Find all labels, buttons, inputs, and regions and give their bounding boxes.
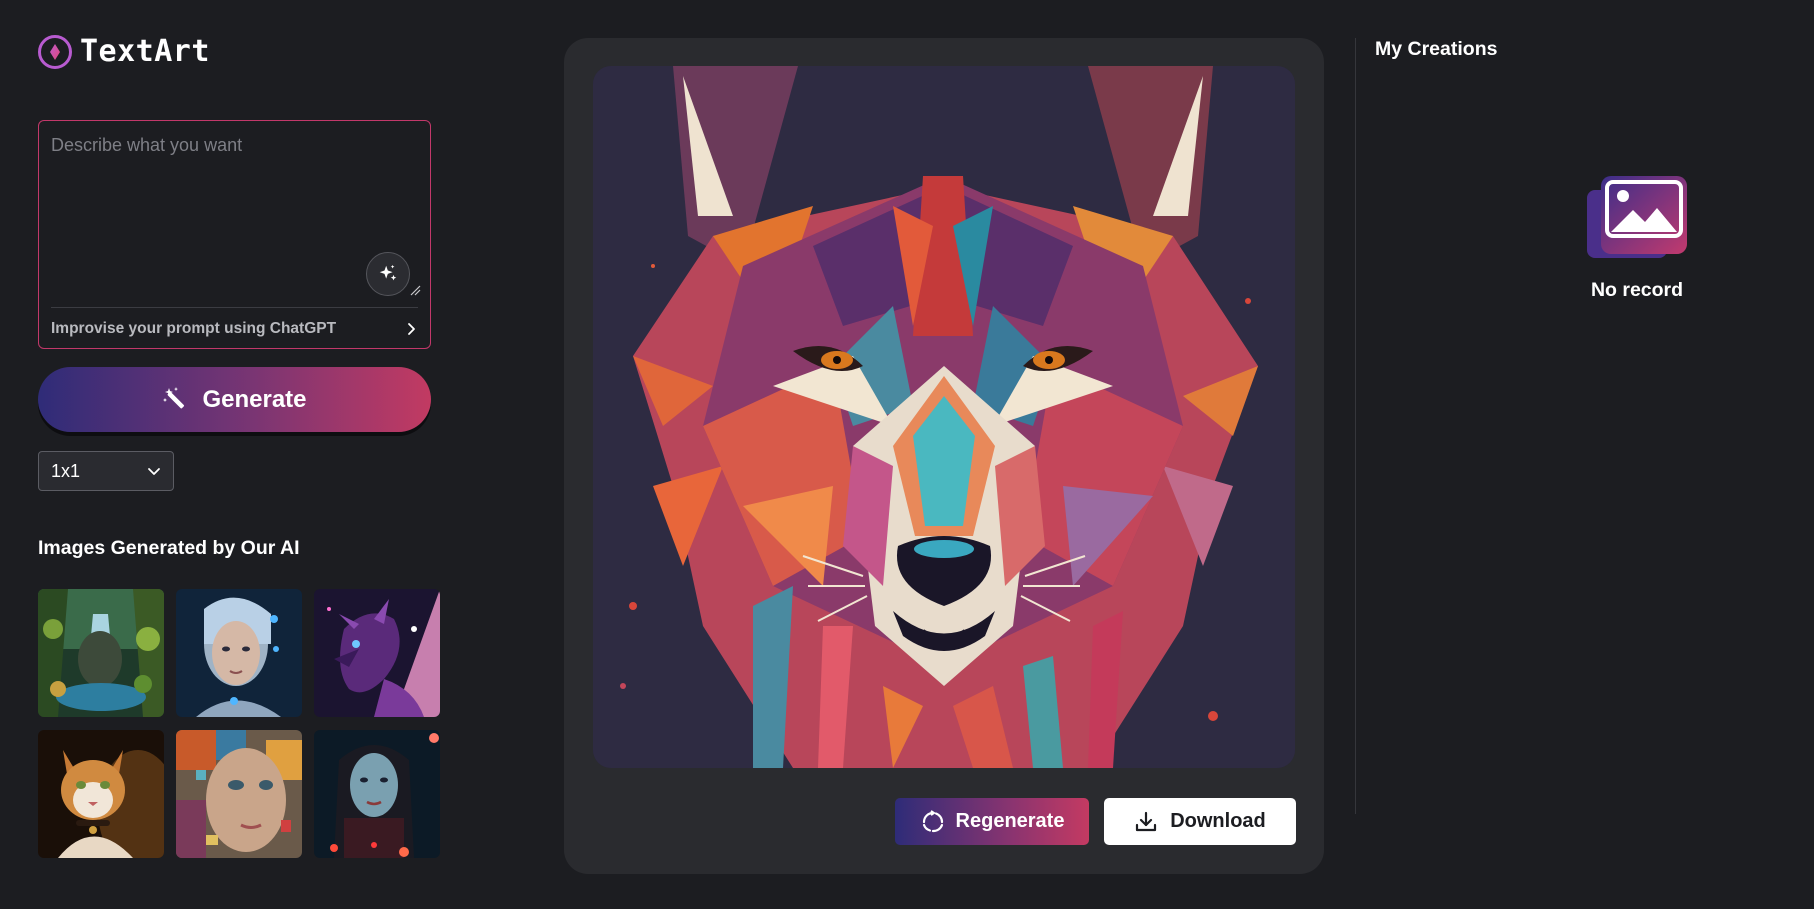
improve-prompt-label: Improvise your prompt using ChatGPT [51,320,337,337]
prompt-input[interactable] [51,135,411,255]
chevron-down-icon [148,468,160,475]
logo[interactable]: TextArt [38,34,210,69]
chevron-right-icon [408,323,415,335]
generate-label: Generate [202,385,307,413]
gallery-image-cyborg[interactable] [176,589,302,717]
magic-wand-icon [163,386,185,408]
gallery-image-dragon[interactable] [314,589,440,717]
gallery-image-cat[interactable] [38,730,164,858]
download-label: Download [1170,810,1266,832]
refresh-icon [922,809,943,832]
gallery-title: Images Generated by Our AI [38,537,300,559]
generated-image[interactable] [593,66,1295,768]
gallery-image-portrait[interactable] [314,730,440,858]
aspect-ratio-value: 1x1 [51,460,81,481]
prompt-box: Improvise your prompt using ChatGPT [38,120,431,349]
prompt-divider [51,307,418,308]
sparkle-icon [379,264,397,281]
gallery-grid [38,589,440,858]
magic-prompt-button[interactable] [366,252,410,296]
gallery-image-mosaic[interactable] [176,730,302,858]
regenerate-label: Regenerate [955,810,1065,832]
my-creations-title: My Creations [1375,38,1498,60]
download-button[interactable]: Download [1104,798,1296,845]
no-record-label: No record [1590,279,1684,301]
image-icon [1587,176,1687,258]
improve-prompt-link[interactable]: Improvise your prompt using ChatGPT [51,315,418,343]
regenerate-button[interactable]: Regenerate [895,798,1089,845]
gallery-image-forest[interactable] [38,589,164,717]
download-icon [1136,811,1157,831]
app-name: TextArt [80,34,210,69]
logo-icon [38,34,72,69]
aspect-ratio-select[interactable]: 1x1 [38,451,174,491]
resize-handle[interactable] [409,284,421,296]
right-divider [1355,38,1356,814]
result-panel: Regenerate Download [564,38,1324,874]
generate-button[interactable]: Generate [38,367,431,432]
